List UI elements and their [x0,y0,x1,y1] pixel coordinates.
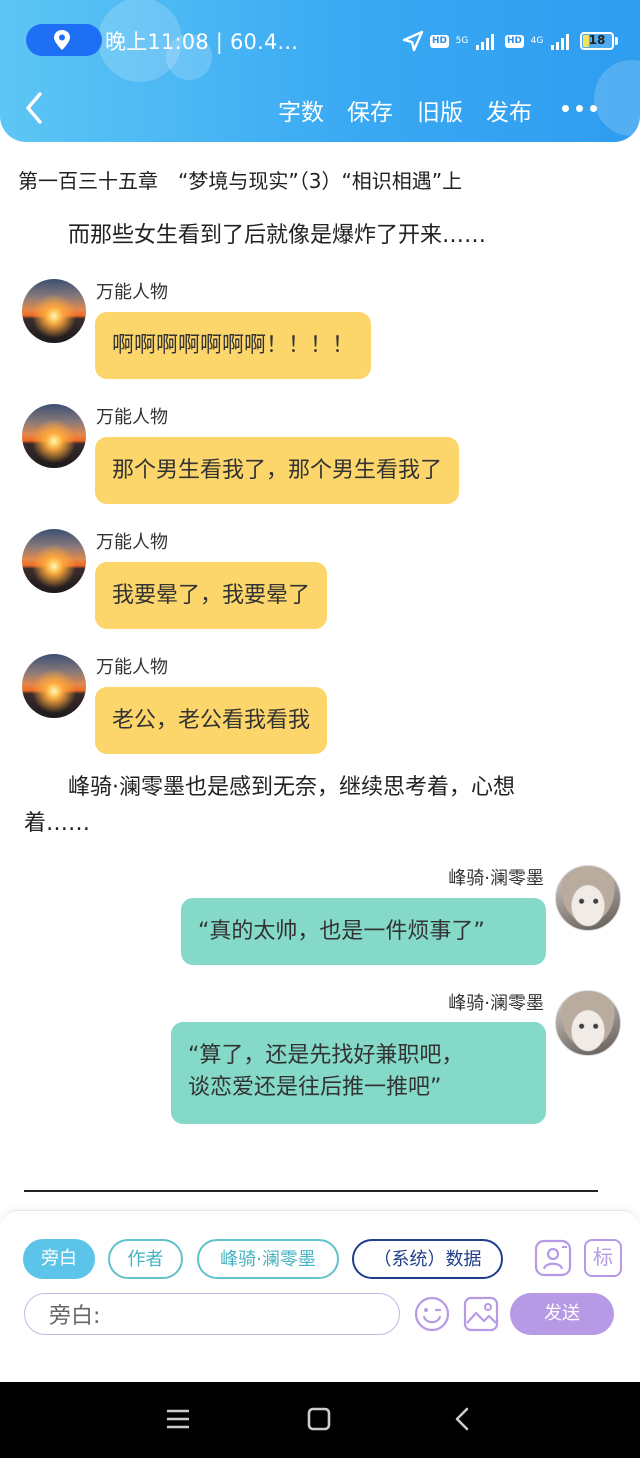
location-pin-icon [54,30,70,50]
message-input[interactable] [24,1293,400,1335]
battery-cap [615,37,618,45]
message-bubble[interactable]: 啊啊啊啊啊啊啊！！！！ [95,312,372,379]
back-triangle-icon [455,1407,469,1431]
avatar[interactable] [22,279,86,343]
save-button[interactable]: 保存 [347,93,393,127]
sender-name: 万能人物 [96,407,168,428]
signal-icon [551,34,569,50]
message-text: “真的太帅，也是一件烦事了” [198,919,485,944]
menu-icon [167,1409,189,1429]
menu-button[interactable] [165,1406,191,1436]
chevron-left-icon [26,92,42,124]
app-header: 晚上11:08 | 60.4... HD 5G HD 4G 18 字数 保存 旧… [0,0,640,142]
avatar[interactable] [22,404,86,468]
input-panel: 旁白 作者 峰骑·澜零墨 （系统）数据 标 发送 [0,1210,640,1383]
status-icons: HD 5G HD 4G 18 [402,28,618,54]
battery-level: 18 [588,33,606,47]
chapter-title: 第一百三十五章 “梦境与现实”（3）“相识相遇”上 [18,169,463,193]
narration-text: 而那些女生看到了后就像是爆炸了开来…… [24,223,487,248]
sender-name: 万能人物 [96,657,168,678]
avatar[interactable] [555,865,621,931]
avatar[interactable] [555,990,621,1056]
message-text: “算了，还是先找好兼职吧， [188,1043,464,1068]
nav-bar: 字数 保存 旧版 发布 [0,84,640,134]
divider [24,1190,598,1192]
image-icon [463,1296,499,1332]
emoji-button[interactable] [413,1295,451,1337]
avatar[interactable] [22,654,86,718]
home-button[interactable] [306,1406,332,1436]
tag-button[interactable]: 标 [584,1239,622,1277]
message-bubble[interactable]: 那个男生看我了，那个男生看我了 [95,437,460,504]
back-button[interactable] [20,90,50,126]
battery-icon: 18 [580,32,614,50]
network-5g-label: 5G [455,35,469,46]
message-bubble[interactable]: 我要晕了，我要晕了 [95,562,328,629]
word-count-button[interactable]: 字数 [278,93,324,127]
publish-button[interactable]: 发布 [486,93,532,127]
sender-name: 峰骑·澜零墨 [448,993,544,1014]
avatar[interactable] [22,529,86,593]
more-options-button[interactable] [562,96,598,120]
message-bubble[interactable]: “算了，还是先找好兼职吧， 谈恋爱还是往后推一推吧” [171,1022,546,1124]
hd-badge: HD [429,34,449,48]
location-indicator [26,24,102,56]
sender-name: 万能人物 [96,532,168,553]
message-bubble[interactable]: “真的太帅，也是一件烦事了” [181,898,546,965]
status-time: 晚上11:08 | 60.4... [105,30,299,54]
emoji-icon [414,1296,450,1332]
signal-icon [475,34,494,50]
contact-card-button[interactable] [534,1239,572,1281]
role-system-chip[interactable]: （系统）数据 [352,1239,503,1279]
network-4g-label: 4G [530,35,544,46]
message-bubble[interactable]: 老公，老公看我看我 [95,687,328,754]
role-narrator-chip[interactable]: 旁白 [23,1239,95,1279]
contact-card-icon [534,1239,572,1277]
sender-name: 万能人物 [96,282,168,303]
role-author-chip[interactable]: 作者 [108,1239,183,1279]
narration-text: 着…… [24,811,91,836]
image-button[interactable] [462,1295,500,1337]
status-bar: 晚上11:08 | 60.4... HD 5G HD 4G 18 [0,18,640,62]
navigation-arrow-icon [402,30,424,52]
role-character-chip[interactable]: 峰骑·澜零墨 [197,1239,339,1279]
system-navigation-bar [0,1382,640,1458]
sender-name: 峰骑·澜零墨 [448,868,544,889]
system-back-button[interactable] [450,1406,476,1436]
send-button[interactable]: 发送 [510,1293,614,1335]
narration-text: 峰骑·澜零墨也是感到无奈，继续思考着，心想 [24,775,515,800]
message-text: 谈恋爱还是往后推一推吧” [188,1075,442,1100]
home-square-icon [307,1407,331,1431]
old-version-button[interactable]: 旧版 [417,93,463,127]
hd-badge: HD [504,34,524,48]
